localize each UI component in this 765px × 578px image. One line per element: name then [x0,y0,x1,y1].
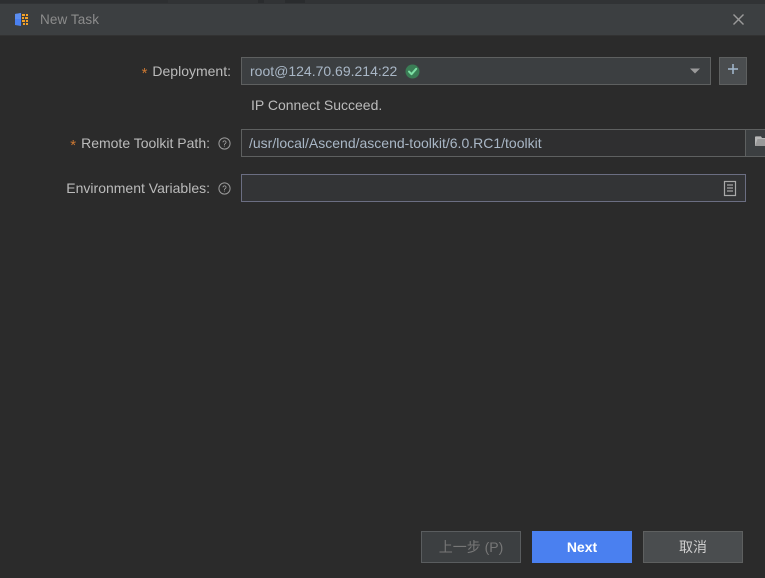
required-marker: * [141,64,148,82]
deployment-value: root@124.70.69.214:22 [250,63,398,79]
connection-status-row: IP Connect Succeed. [0,94,765,116]
deployment-control-cell: root@124.70.69.214:22 [241,57,747,85]
toolkit-label-cell: * Remote Toolkit Path: ? [0,135,231,154]
folder-icon [754,134,765,153]
envvars-control-cell [241,174,746,202]
remote-toolkit-path-row: * Remote Toolkit Path: ? /usr/local/Asce… [0,129,765,157]
envvars-label-cell: Environment Variables: ? [0,180,231,196]
remote-toolkit-path-input[interactable]: /usr/local/Ascend/ascend-toolkit/6.0.RC1… [241,129,746,157]
svg-text:?: ? [222,184,227,193]
svg-text:?: ? [222,139,227,148]
environment-variables-input[interactable] [241,174,746,202]
green-check-circle-icon [405,64,420,79]
add-deployment-button[interactable] [719,57,747,85]
deployment-row: * Deployment: root@124.70.69.214:22 [0,57,765,85]
remote-toolkit-path-value: /usr/local/Ascend/ascend-toolkit/6.0.RC1… [249,135,542,151]
question-mark-circle-icon[interactable]: ? [218,136,231,150]
deployment-label-cell: * Deployment: [0,63,231,82]
connection-status-text: IP Connect Succeed. [251,97,383,113]
new-task-dialog: New Task * Deployment: root@124.70.69.21… [0,0,765,578]
background-strip-segment [0,0,168,3]
dialog-titlebar: New Task [0,4,765,36]
cancel-button[interactable]: 取消 [643,530,743,563]
toolkit-control-cell: /usr/local/Ascend/ascend-toolkit/6.0.RC1… [241,129,765,157]
chevron-down-icon[interactable] [690,68,700,74]
deployment-combobox[interactable]: root@124.70.69.214:22 [241,57,711,85]
background-strip-segment [285,0,305,3]
environment-variables-label: Environment Variables: [66,180,210,196]
envvars-field-wrap [241,174,746,202]
browse-toolkit-path-button[interactable] [746,129,765,157]
required-marker: * [70,136,77,154]
expand-editor-icon[interactable] [720,178,740,198]
next-button[interactable]: Next [532,530,632,563]
dialog-footer: 上一步 (P) Next 取消 [0,515,765,578]
back-button[interactable]: 上一步 (P) [421,530,521,563]
status-control-cell: IP Connect Succeed. [241,97,382,113]
dialog-title: New Task [40,12,100,27]
close-icon[interactable] [723,5,753,35]
background-strip-segment [258,0,264,3]
plus-icon [726,62,740,81]
question-mark-circle-icon[interactable]: ? [218,181,231,195]
remote-toolkit-path-label: Remote Toolkit Path: [81,135,210,151]
dialog-content: * Deployment: root@124.70.69.214:22 IP C… [0,37,765,515]
environment-variables-row: Environment Variables: ? [0,173,765,203]
pycharm-app-icon [14,12,30,28]
deployment-label: Deployment: [152,63,231,79]
